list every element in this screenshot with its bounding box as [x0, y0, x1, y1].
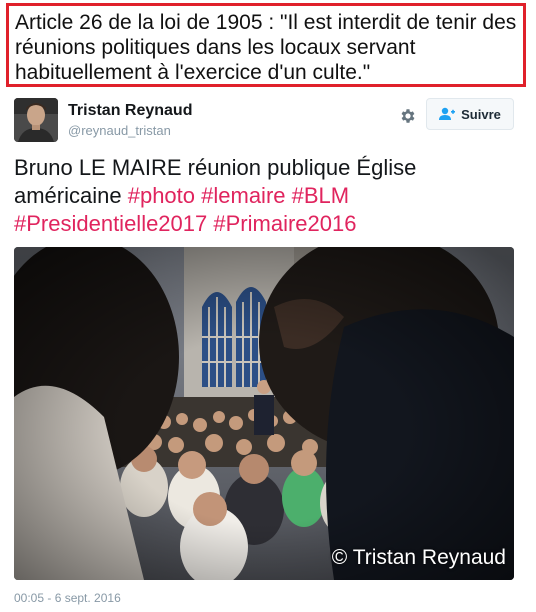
follow-button-label: Suivre: [461, 106, 501, 122]
tweet-header: Tristan Reynaud @reynaud_tristan Suivre: [14, 98, 524, 144]
follow-button[interactable]: Suivre: [426, 98, 514, 130]
quote-box: Article 26 de la loi de 1905 : "Il est i…: [6, 3, 526, 87]
hashtag-lemaire[interactable]: #lemaire: [201, 183, 285, 208]
hashtag-primaire2016[interactable]: #Primaire2016: [213, 211, 356, 236]
hashtag-presidentielle2017[interactable]: #Presidentielle2017: [14, 211, 207, 236]
hashtag-photo[interactable]: #photo: [128, 183, 195, 208]
avatar[interactable]: [14, 98, 58, 142]
hashtag-blm[interactable]: #BLM: [292, 183, 349, 208]
tweet-photo[interactable]: © Tristan Reynaud: [14, 247, 514, 580]
author-name[interactable]: Tristan Reynaud: [68, 102, 192, 120]
gear-icon: [401, 109, 415, 123]
church-meeting-photo: [14, 247, 514, 580]
settings-button[interactable]: [394, 102, 422, 130]
quote-text: Article 26 de la loi de 1905 : "Il est i…: [15, 11, 517, 84]
author-handle[interactable]: @reynaud_tristan: [68, 123, 171, 138]
tweet-text: Bruno LE MAIRE réunion publique Église a…: [14, 154, 524, 238]
add-user-icon: [439, 107, 456, 120]
tweet-timestamp[interactable]: 00:05 - 6 sept. 2016: [14, 591, 121, 605]
